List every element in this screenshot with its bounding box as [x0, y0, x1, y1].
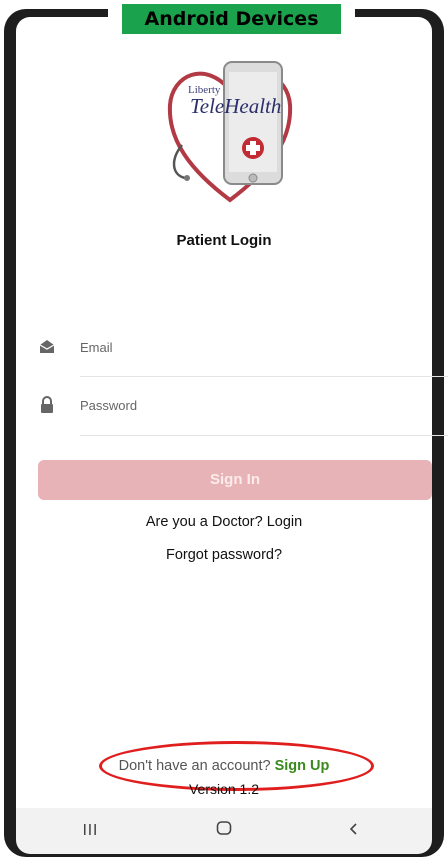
- android-nav-bar: [16, 808, 432, 854]
- sign-up-link[interactable]: Sign Up: [275, 758, 330, 774]
- doctor-login-link[interactable]: Are you a Doctor? Login: [0, 514, 448, 530]
- back-icon[interactable]: [334, 818, 374, 844]
- signup-row: Don't have an account? Sign Up: [0, 758, 448, 774]
- device-label-badge: Android Devices: [108, 4, 355, 34]
- signup-prompt: Don't have an account?: [118, 758, 271, 774]
- logo-big-text: TeleHealth: [190, 94, 281, 118]
- email-row: [20, 328, 416, 368]
- password-row: [20, 386, 416, 426]
- version-label: Version 1.2: [188, 781, 260, 797]
- lock-icon: [41, 396, 53, 413]
- password-underline: [80, 435, 448, 436]
- recents-icon[interactable]: [70, 818, 110, 844]
- envelope-icon: [39, 340, 55, 353]
- password-field[interactable]: [80, 390, 410, 420]
- liberty-telehealth-logo: Liberty TeleHealth: [167, 61, 293, 203]
- forgot-password-link[interactable]: Forgot password?: [0, 547, 448, 563]
- email-field[interactable]: [80, 332, 410, 362]
- sign-in-button[interactable]: Sign In: [38, 460, 432, 500]
- page-title: Patient Login: [176, 232, 272, 249]
- email-underline: [80, 376, 448, 377]
- home-icon[interactable]: [204, 818, 244, 844]
